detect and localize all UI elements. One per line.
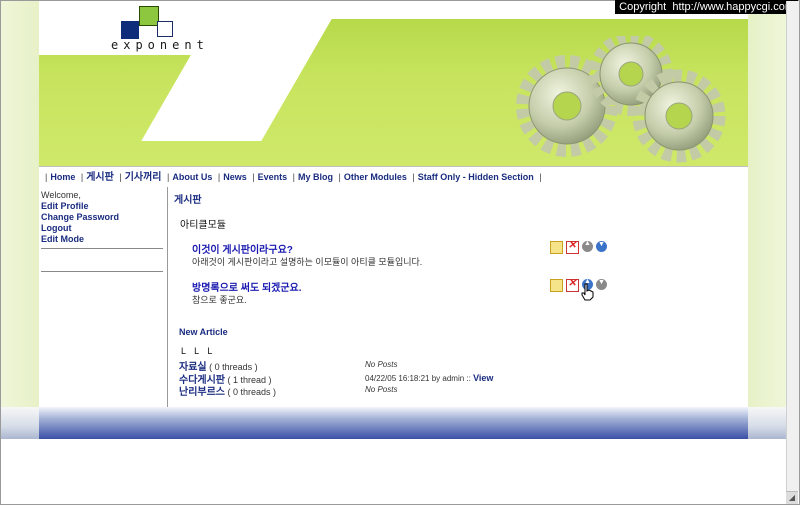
tree-marks: L L L bbox=[181, 346, 216, 356]
arrow-down-icon[interactable] bbox=[596, 279, 607, 290]
last-post-text: 04/22/05 16:18:21 by admin :: bbox=[365, 374, 474, 383]
header-banner: exponent bbox=[39, 1, 748, 166]
nav-item-events[interactable]: Events bbox=[258, 172, 288, 182]
nav-item-staff-only[interactable]: Staff Only - Hidden Section bbox=[418, 172, 534, 182]
article-desc: 아래것이 게시판이라고 설명하는 이모듈이 아티클 모듈입니다. bbox=[192, 257, 423, 267]
main-content: 게시판 아티클모듈 이것이 게시판이라구요? 아래것이 게시판이라고 설명하는 … bbox=[168, 187, 748, 407]
last-post-text: No Posts bbox=[365, 385, 398, 394]
nav-item-board[interactable]: 게시판 bbox=[86, 172, 114, 183]
left-gutter bbox=[1, 1, 39, 439]
article-desc: 참으로 좋군요. bbox=[192, 295, 247, 305]
last-post: No Posts bbox=[365, 385, 397, 394]
sidebar-divider bbox=[41, 248, 163, 249]
article-actions bbox=[550, 240, 610, 254]
sidebar-divider bbox=[41, 271, 163, 272]
page-title: 게시판 bbox=[174, 195, 202, 206]
resize-grip-icon[interactable]: ◢ bbox=[786, 491, 798, 504]
footer-left bbox=[1, 407, 39, 439]
nav-item-other-modules[interactable]: Other Modules bbox=[344, 172, 407, 182]
nav-item-my-blog[interactable]: My Blog bbox=[298, 172, 333, 182]
nav-item-news[interactable]: News bbox=[223, 172, 247, 182]
delete-icon[interactable] bbox=[566, 278, 579, 292]
logo-square-white bbox=[157, 21, 173, 37]
copyright-badge: Copyright http://www.happycgi.com bbox=[615, 0, 798, 14]
last-post-text: No Posts bbox=[365, 360, 398, 369]
nav-item-articles[interactable]: 기사꺼리 bbox=[125, 172, 162, 183]
footer-bar bbox=[39, 407, 748, 439]
nav-item-home[interactable]: Home bbox=[50, 172, 75, 182]
arrow-up-icon[interactable] bbox=[582, 240, 593, 252]
change-password-link[interactable]: Change Password bbox=[41, 212, 119, 222]
last-post: No Posts bbox=[365, 360, 397, 369]
logo-square-green bbox=[139, 6, 159, 26]
new-article-link[interactable]: New Article bbox=[179, 327, 228, 337]
welcome-text: Welcome, bbox=[41, 190, 81, 200]
logout-link[interactable]: Logout bbox=[41, 223, 72, 233]
logo[interactable]: exponent bbox=[111, 38, 209, 52]
nav-item-about-us[interactable]: About Us bbox=[172, 172, 212, 182]
category-row: 난리부르스 ( 0 threads ) bbox=[179, 383, 276, 398]
gears-illustration bbox=[516, 36, 726, 163]
delete-icon[interactable] bbox=[566, 240, 579, 254]
article-title[interactable]: 방명록으로 써도 되겠군요. bbox=[192, 279, 302, 294]
vertical-scrollbar[interactable] bbox=[786, 1, 799, 491]
article-title[interactable]: 이것이 게시판이라구요? bbox=[192, 241, 293, 256]
logo-square-blue bbox=[121, 21, 139, 39]
hand-cursor-icon bbox=[581, 283, 594, 301]
gear-icon bbox=[632, 69, 726, 163]
main-nav: | Home | 게시판 | 기사꺼리 | About Us | News | Events… bbox=[39, 166, 748, 188]
category-link[interactable]: 난리부르스 bbox=[179, 387, 225, 398]
sidebar: Welcome, Edit Profile Change Password Lo… bbox=[39, 187, 168, 407]
arrow-down-icon[interactable] bbox=[596, 241, 607, 252]
view-link[interactable]: View bbox=[473, 373, 493, 383]
section-title: 아티클모듈 bbox=[180, 220, 226, 231]
footer-right bbox=[748, 407, 786, 439]
edit-profile-link[interactable]: Edit Profile bbox=[41, 201, 89, 211]
thread-count: ( 0 threads ) bbox=[227, 387, 277, 397]
edit-icon[interactable] bbox=[550, 241, 563, 254]
edit-icon[interactable] bbox=[550, 279, 563, 292]
edit-mode-link[interactable]: Edit Mode bbox=[41, 234, 84, 244]
right-gutter bbox=[748, 1, 786, 439]
last-post: 04/22/05 16:18:21 by admin :: View bbox=[365, 373, 493, 383]
